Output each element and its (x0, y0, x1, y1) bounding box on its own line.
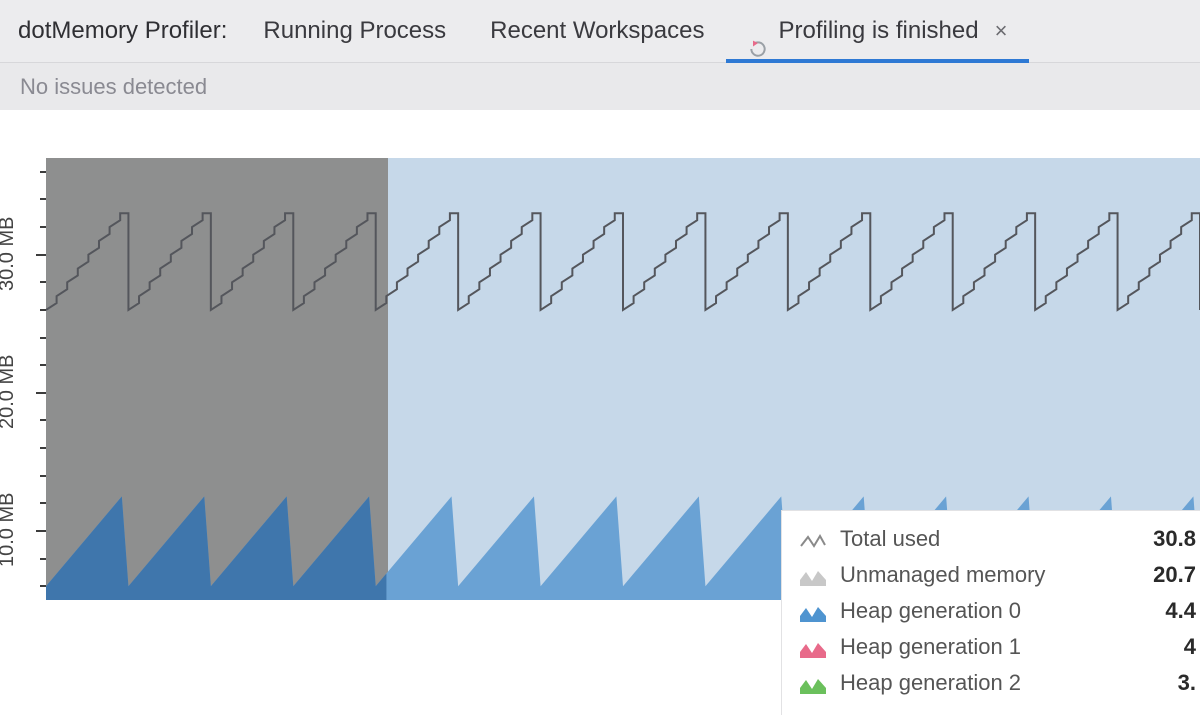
series-total-used (46, 213, 1200, 310)
y-tick (36, 530, 46, 532)
legend-label: Unmanaged memory (840, 562, 1152, 588)
profiler-title: dotMemory Profiler: (18, 17, 227, 45)
area-pink-icon (800, 638, 826, 656)
tab-label: Profiling is finished (778, 0, 978, 62)
legend-label: Total used (840, 526, 1152, 552)
memory-timeline-chart[interactable]: 10.0 MB20.0 MB30.0 MB Total used30.8Unma… (0, 110, 1200, 600)
y-tick-label: 20.0 MB (0, 354, 19, 428)
tab-profiling-finished[interactable]: Profiling is finished × (726, 0, 1029, 62)
profiler-topbar: dotMemory Profiler: Running Process Rece… (0, 0, 1200, 63)
y-tick (36, 254, 46, 256)
status-bar: No issues detected (0, 63, 1200, 112)
area-blue-icon (800, 602, 826, 620)
area-green-icon (800, 674, 826, 692)
tab-label: Running Process (263, 0, 446, 62)
status-message: No issues detected (20, 74, 207, 100)
y-axis: 10.0 MB 20.0 MB 30.0 MB (0, 158, 46, 600)
legend-value: 30.8 (1152, 526, 1200, 552)
y-tick-label: 30.0 MB (0, 216, 19, 290)
legend-row[interactable]: Total used30.8 (800, 521, 1200, 557)
y-tick (36, 392, 46, 394)
legend-row[interactable]: Heap generation 14 (800, 629, 1200, 665)
legend-label: Heap generation 0 (840, 598, 1152, 624)
legend-value: 20.7 (1152, 562, 1200, 588)
legend-label: Heap generation 1 (840, 634, 1152, 660)
tab-label: Recent Workspaces (490, 0, 704, 62)
tab-recent-workspaces[interactable]: Recent Workspaces (468, 0, 726, 62)
legend-panel: Total used30.8Unmanaged memory20.7Heap g… (781, 510, 1200, 715)
area-grey-icon (800, 566, 826, 584)
legend-value: 4.4 (1152, 598, 1200, 624)
legend-value: 4 (1152, 634, 1200, 660)
line-icon (800, 530, 826, 548)
legend-row[interactable]: Heap generation 23. (800, 665, 1200, 701)
legend-value: 3. (1152, 670, 1200, 696)
legend-row[interactable]: Heap generation 04.4 (800, 593, 1200, 629)
y-tick-label: 10.0 MB (0, 492, 19, 566)
legend-label: Heap generation 2 (840, 670, 1152, 696)
tab-running-process[interactable]: Running Process (241, 0, 468, 62)
legend-row[interactable]: Unmanaged memory20.7 (800, 557, 1200, 593)
close-icon[interactable]: × (995, 0, 1008, 62)
refresh-icon (748, 21, 768, 41)
